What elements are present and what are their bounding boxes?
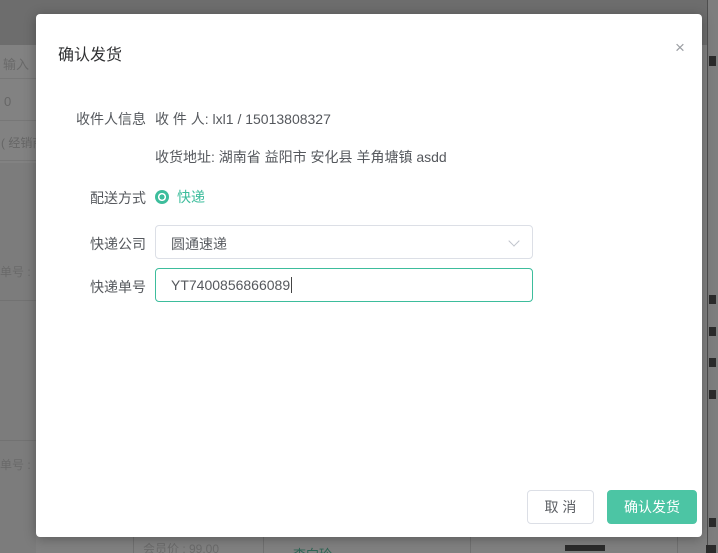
- recipient-info-label: 收件人信息: [36, 109, 146, 129]
- tracking-number-input[interactable]: YT7400856866089: [155, 268, 533, 302]
- confirm-shipment-dialog: 确认发货 × 收件人信息 收 件 人: lxl1 / 15013808327 收…: [36, 14, 702, 537]
- delivery-method-label: 配送方式: [36, 188, 146, 208]
- confirm-shipment-button[interactable]: 确认发货: [607, 490, 697, 524]
- courier-company-select[interactable]: 圆通速递: [155, 225, 533, 259]
- cancel-button[interactable]: 取 消: [527, 490, 594, 524]
- recipient-name-phone: 收 件 人: lxl1 / 15013808327: [155, 109, 331, 129]
- radio-option-label: 快递: [177, 187, 205, 207]
- courier-company-selected-value: 圆通速递: [171, 234, 227, 254]
- tracking-number-label: 快递单号: [36, 277, 146, 297]
- delivery-method-radio[interactable]: 快递: [155, 187, 205, 207]
- screen: 输入 0 ( 经销商 单号 : 单号 : 会员价 : 99.00 李向玲 确认发…: [0, 0, 718, 553]
- radio-selected-icon: [155, 190, 169, 204]
- dialog-title: 确认发货: [58, 41, 122, 65]
- courier-company-label: 快递公司: [36, 234, 146, 254]
- tracking-number-value: YT7400856866089: [171, 277, 290, 293]
- text-cursor: [291, 277, 292, 293]
- shipping-address: 收货地址: 湖南省 益阳市 安化县 羊角塘镇 asdd: [155, 147, 447, 167]
- close-icon[interactable]: ×: [668, 36, 692, 60]
- chevron-down-icon: [508, 235, 519, 246]
